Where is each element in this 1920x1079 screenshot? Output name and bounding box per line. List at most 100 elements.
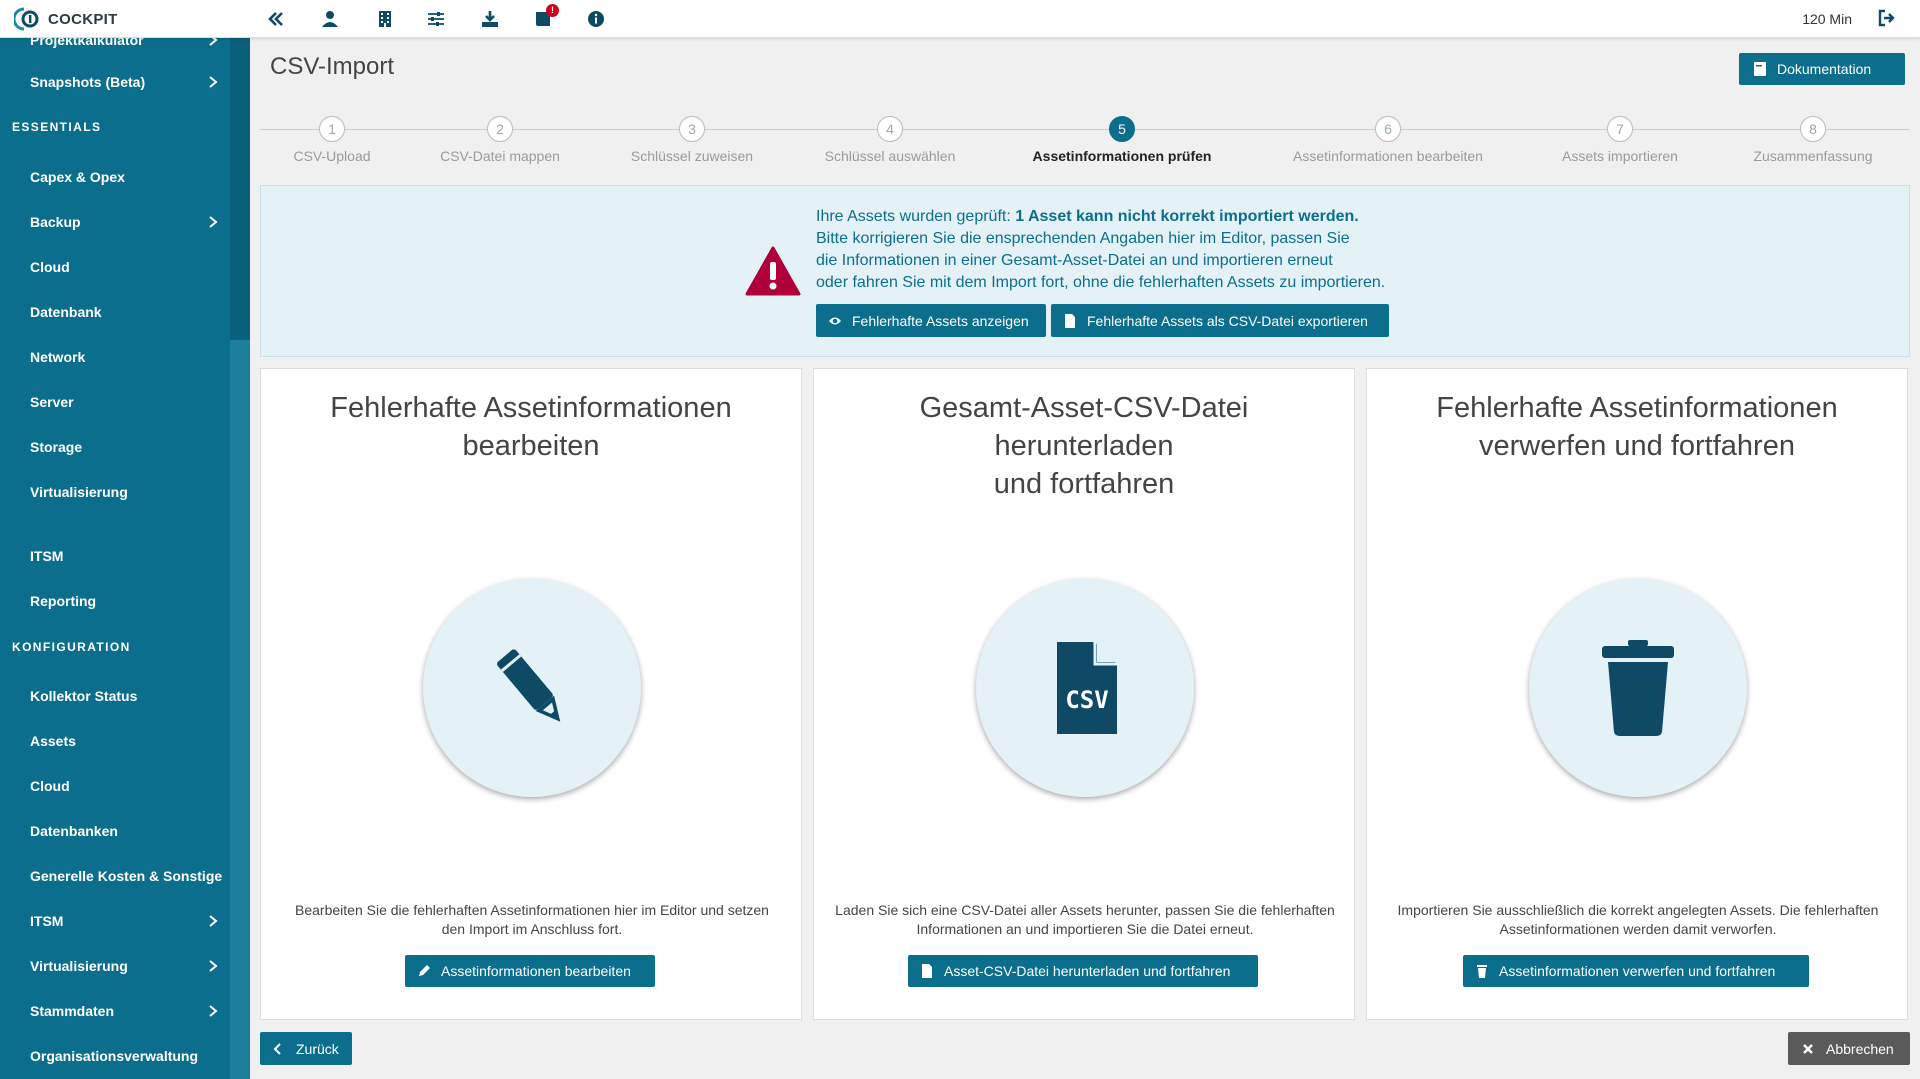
sidebar-item-datenbank[interactable]: Datenbank <box>0 294 230 330</box>
step-7: 7 Assets importieren <box>1510 116 1730 164</box>
download-button[interactable] <box>480 9 500 29</box>
chevron-right-icon <box>209 915 218 927</box>
sidebar-section-konfiguration: KONFIGURATION <box>12 640 131 654</box>
sidebar-item-stammdaten[interactable]: Stammdaten <box>0 993 230 1029</box>
sidebar-item-assets[interactable]: Assets <box>0 723 230 759</box>
sidebar-item-reporting[interactable]: Reporting <box>0 583 230 619</box>
sidebar-item-server[interactable]: Server <box>0 384 230 420</box>
sidebar-item-datenbanken[interactable]: Datenbanken <box>0 813 230 849</box>
step-number: 5 <box>1109 116 1135 142</box>
sidebar-item-network[interactable]: Network <box>0 339 230 375</box>
step-label: Assetinformationen bearbeiten <box>1293 148 1483 164</box>
card-title: Gesamt-Asset-CSV-Datei herunterladen und… <box>919 392 1249 500</box>
step-label: Schlüssel auswählen <box>824 148 956 164</box>
edit-asset-info-button[interactable]: Assetinformationen bearbeiten <box>405 955 655 987</box>
chevron-right-icon <box>209 38 218 46</box>
step-number: 8 <box>1800 116 1826 142</box>
chevron-right-icon <box>209 76 218 88</box>
sidebar-item-generelle-kosten[interactable]: Generelle Kosten & Sonstige <box>0 858 230 894</box>
cancel-button[interactable]: Abbrechen <box>1788 1032 1910 1065</box>
logo-icon <box>12 6 42 32</box>
step-6: 6 Assetinformationen bearbeiten <box>1278 116 1498 164</box>
top-bar: COCKPIT ! 120 Min <box>0 0 1920 38</box>
sidebar-item-backup[interactable]: Backup <box>0 204 230 240</box>
alert-message: Ihre Assets wurden geprüft: 1 Asset kann… <box>816 208 1386 291</box>
close-icon <box>1803 1043 1813 1054</box>
step-number: 3 <box>679 116 705 142</box>
sidebar-item-storage[interactable]: Storage <box>0 429 230 465</box>
sidebar-item-snapshots[interactable]: Snapshots (Beta) <box>0 64 230 100</box>
logout-button[interactable] <box>1878 9 1898 29</box>
chevron-right-icon <box>209 216 218 228</box>
sidebar-item-organisationsverwaltung[interactable]: Organisationsverwaltung <box>0 1038 230 1074</box>
double-chevron-left-icon <box>268 12 283 26</box>
collapse-sidebar-button[interactable] <box>266 9 286 29</box>
validation-alert: Ihre Assets wurden geprüft: 1 Asset kann… <box>260 185 1910 357</box>
option-card-discard: Fehlerhafte Assetinformationen verwerfen… <box>1366 368 1908 1020</box>
trash-icon <box>1602 640 1674 736</box>
app-name: COCKPIT <box>48 10 118 28</box>
sidebar-item-kollektor-status[interactable]: Kollektor Status <box>0 678 230 714</box>
step-label: CSV-Datei mappen <box>440 148 560 164</box>
card-description: Importieren Sie ausschließlich die korre… <box>1397 902 1879 937</box>
step-5-active: 5 Assetinformationen prüfen <box>1012 116 1232 164</box>
chevron-right-icon <box>209 1005 218 1017</box>
option-card-download: Gesamt-Asset-CSV-Datei herunterladen und… <box>813 368 1355 1020</box>
step-2: 2 CSV-Datei mappen <box>390 116 610 164</box>
export-faulty-assets-button[interactable]: Fehlerhafte Assets als CSV-Datei exporti… <box>1051 304 1389 337</box>
show-faulty-assets-button[interactable]: Fehlerhafte Assets anzeigen <box>816 304 1046 337</box>
sidebar-item-cloud[interactable]: Cloud <box>0 249 230 285</box>
step-label: Zusammenfassung <box>1753 148 1873 164</box>
step-8: 8 Zusammenfassung <box>1703 116 1920 164</box>
step-label: Schlüssel zuweisen <box>630 148 754 164</box>
app-logo[interactable]: COCKPIT <box>12 6 118 32</box>
file-icon <box>922 964 932 978</box>
sidebar-scrollbar[interactable] <box>230 38 250 1079</box>
sidebar-item-projektkalkulator[interactable]: Projektkalkulator <box>0 38 230 58</box>
page-title: CSV-Import <box>270 53 395 80</box>
sidebar-item-capex-opex[interactable]: Capex & Opex <box>0 159 230 195</box>
trash-icon <box>1477 965 1487 978</box>
download-csv-button[interactable]: Asset-CSV-Datei herunterladen und fortfa… <box>908 955 1258 987</box>
step-label: Assetinformationen prüfen <box>1032 148 1212 164</box>
settings-button[interactable] <box>426 9 446 29</box>
import-stepper: 1 CSV-Upload 2 CSV-Datei mappen 3 Schlüs… <box>260 116 1910 172</box>
book-icon <box>1754 62 1766 76</box>
discard-asset-info-button[interactable]: Assetinformationen verwerfen und fortfah… <box>1463 955 1809 987</box>
organization-button[interactable] <box>375 9 395 29</box>
step-number: 4 <box>877 116 903 142</box>
user-button[interactable] <box>320 9 340 29</box>
sidebar-item-virtualisierung[interactable]: Virtualisierung <box>0 474 230 510</box>
step-number: 6 <box>1375 116 1401 142</box>
notification-badge: ! <box>546 4 559 17</box>
card-description: Bearbeiten Sie die fehlerhaften Assetinf… <box>295 902 769 937</box>
documentation-button[interactable]: Dokumentation <box>1739 53 1905 85</box>
sidebar-item-virtualisierung-config[interactable]: Virtualisierung <box>0 948 230 984</box>
download-icon <box>482 11 498 27</box>
card-title: Fehlerhafte Assetinformationen verwerfen… <box>1436 392 1838 462</box>
chevron-right-icon <box>209 960 218 972</box>
file-icon <box>1065 313 1075 328</box>
step-number: 7 <box>1607 116 1633 142</box>
eye-icon <box>829 317 841 324</box>
sidebar-item-itsm-config[interactable]: ITSM <box>0 903 230 939</box>
sliders-icon <box>428 12 444 26</box>
sidebar-scrollbar-thumb[interactable] <box>230 340 250 1079</box>
pencil-icon <box>419 965 430 976</box>
step-3: 3 Schlüssel zuweisen <box>582 116 802 164</box>
step-4: 4 Schlüssel auswählen <box>780 116 1000 164</box>
building-icon <box>379 11 391 27</box>
back-button[interactable]: Zurück <box>260 1032 352 1065</box>
pencil-icon <box>497 649 561 722</box>
sidebar-section-essentials: ESSENTIALS <box>12 120 102 134</box>
option-card-edit: Fehlerhafte Assetinformationen bearbeite… <box>260 368 802 1020</box>
logout-icon <box>1878 9 1895 27</box>
notifications-button[interactable]: ! <box>533 4 559 29</box>
info-button[interactable] <box>586 9 606 29</box>
sidebar-item-cloud-config[interactable]: Cloud <box>0 768 230 804</box>
csv-file-icon: CSV <box>1057 642 1117 734</box>
info-icon <box>588 11 604 27</box>
sidebar-item-itsm[interactable]: ITSM <box>0 538 230 574</box>
step-number: 2 <box>487 116 513 142</box>
card-icon-circle <box>423 579 641 797</box>
